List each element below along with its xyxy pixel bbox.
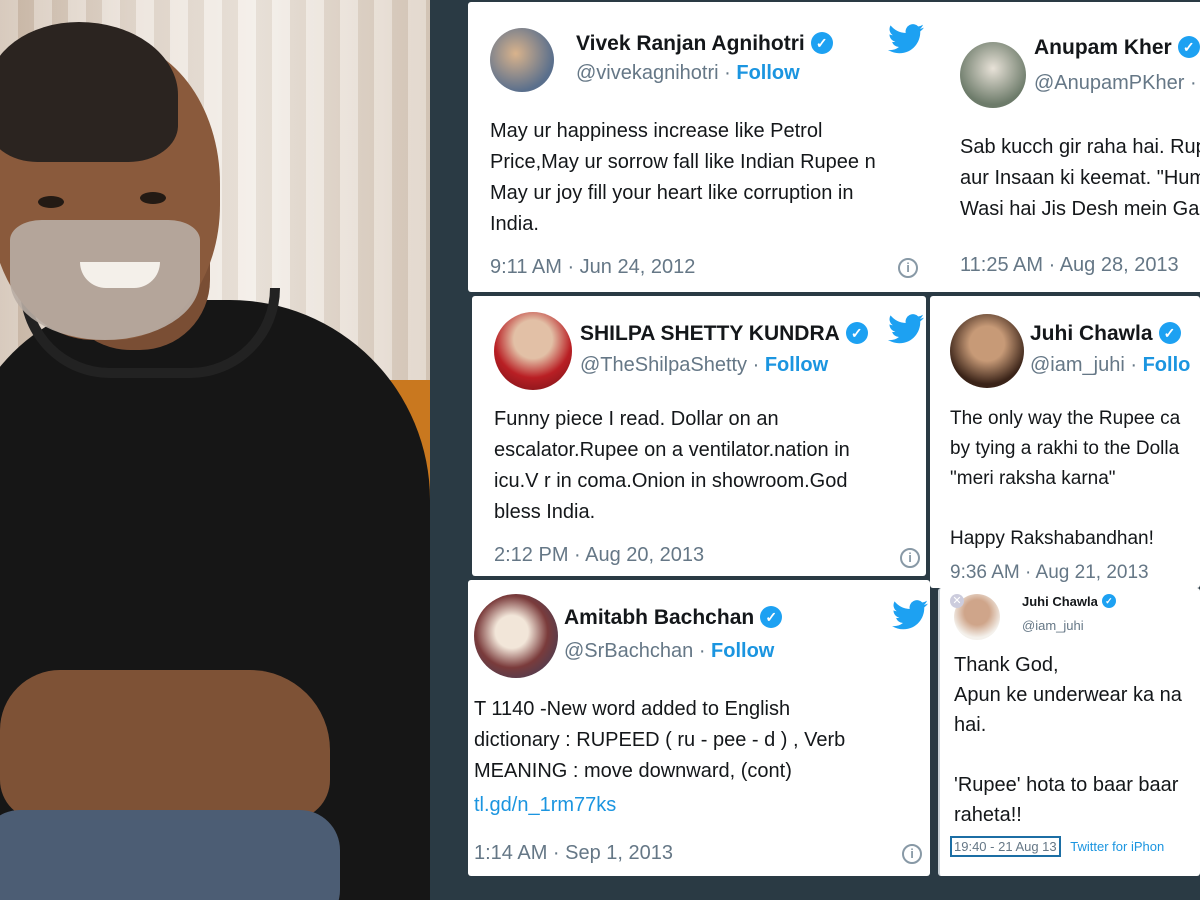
verified-badge-icon: ✓ xyxy=(810,32,833,54)
author-handle: @iam_juhi xyxy=(1022,618,1084,633)
verified-badge-icon: ✓ xyxy=(845,322,868,344)
avatar[interactable] xyxy=(950,314,1024,388)
author-name[interactable]: SHILPA SHETTY KUNDRA ✓ xyxy=(580,322,868,346)
info-icon[interactable]: i xyxy=(900,548,920,568)
info-icon[interactable]: i xyxy=(902,844,922,864)
twitter-bird-icon xyxy=(888,314,924,344)
verified-badge-icon: ✓ xyxy=(1177,36,1200,58)
close-icon[interactable]: ✕ xyxy=(950,594,964,608)
verified-badge-icon: ✓ xyxy=(1101,594,1116,608)
author-name[interactable]: Vivek Ranjan Agnihotri ✓ xyxy=(576,32,833,56)
right-eye xyxy=(140,192,166,204)
verified-badge-icon: ✓ xyxy=(1158,322,1181,344)
tweet-meta: 19:40 - 21 Aug 13 Twitter for iPhon xyxy=(950,836,1164,857)
avatar[interactable] xyxy=(960,42,1026,108)
tweet-card-anupam: Anupam Kher✓ @AnupamPKher · F Sab kucch … xyxy=(938,2,1200,292)
tweet-text: Sab kucch gir raha hai. Rupa aur Insaan … xyxy=(960,136,1200,220)
author-handle: @AnupamPKher · F xyxy=(1034,72,1197,94)
tweet-timestamp[interactable]: 11:25 AM · Aug 28, 2013 xyxy=(960,254,1179,277)
tweet-timestamp[interactable]: 19:40 - 21 Aug 13 xyxy=(950,836,1061,857)
follow-button[interactable]: Follo xyxy=(1143,354,1191,376)
collage: Vivek Ranjan Agnihotri ✓ @vivekagnihotri … xyxy=(0,0,1200,900)
tweet-source[interactable]: Twitter for iPhon xyxy=(1070,839,1164,854)
portrait-photo xyxy=(0,0,430,900)
tweet-link[interactable]: tl.gd/n_1rm77ks xyxy=(474,790,616,821)
tweet-timestamp[interactable]: 9:36 AM · Aug 21, 2013 xyxy=(950,562,1149,584)
twitter-bird-icon xyxy=(888,24,924,54)
author-name[interactable]: Juhi Chawla ✓ xyxy=(1022,594,1116,609)
author-name[interactable]: Amitabh Bachchan ✓ xyxy=(564,606,783,630)
follow-button[interactable]: Follow xyxy=(711,640,774,662)
info-icon[interactable]: i xyxy=(898,258,918,278)
tweet-card-shilpa: SHILPA SHETTY KUNDRA ✓ @TheShilpaShetty ·… xyxy=(472,296,926,576)
tweet-timestamp[interactable]: 9:11 AM · Jun 24, 2012 xyxy=(490,256,695,279)
tweet-text: May ur happiness increase like Petrol Pr… xyxy=(490,120,876,235)
clasped-hands xyxy=(0,670,330,820)
verified-badge-icon: ✓ xyxy=(760,606,783,628)
left-eye xyxy=(38,196,64,208)
tweet-timestamp[interactable]: 2:12 PM · Aug 20, 2013 xyxy=(494,544,704,567)
twitter-bird-icon xyxy=(892,600,928,630)
author-handle: @iam_juhi · Follo xyxy=(1030,354,1191,376)
tweet-text: Funny piece I read. Dollar on an escalat… xyxy=(494,408,850,523)
author-name[interactable]: Anupam Kher ✓ xyxy=(1034,36,1200,60)
avatar[interactable] xyxy=(474,594,558,678)
follow-button[interactable]: Follow xyxy=(736,62,799,84)
author-handle: @TheShilpaShetty · Follow xyxy=(580,354,829,376)
author-handle: @vivekagnihotri · Follow xyxy=(576,62,800,84)
tweet-text: The only way the Rupee ca by tying a rak… xyxy=(950,408,1181,549)
author-handle: @SrBachchan · Follow xyxy=(564,640,775,662)
follow-button[interactable]: Follow xyxy=(765,354,828,376)
tweet-text: T 1140 -New word added to English dictio… xyxy=(474,698,846,782)
tweet-card-juhi: Juhi Chawla ✓ @iam_juhi · Follo The only … xyxy=(930,296,1200,588)
tweet-timestamp[interactable]: 1:14 AM · Sep 1, 2013 xyxy=(474,842,673,865)
avatar[interactable] xyxy=(490,28,554,92)
tweet-text: Thank God, Apun ke underwear ka na hai. … xyxy=(954,654,1182,826)
tweet-card-juhi-old: ✕ Juhi Chawla ✓ @iam_juhi Thank God, Apun… xyxy=(938,588,1200,876)
jeans xyxy=(0,810,340,900)
tweet-card-amitabh: Amitabh Bachchan ✓ @SrBachchan · Follow T… xyxy=(468,580,930,876)
avatar[interactable] xyxy=(494,312,572,390)
author-name[interactable]: Juhi Chawla ✓ xyxy=(1030,322,1181,346)
tweet-screenshots: Vivek Ranjan Agnihotri ✓ @vivekagnihotri … xyxy=(430,0,1200,900)
